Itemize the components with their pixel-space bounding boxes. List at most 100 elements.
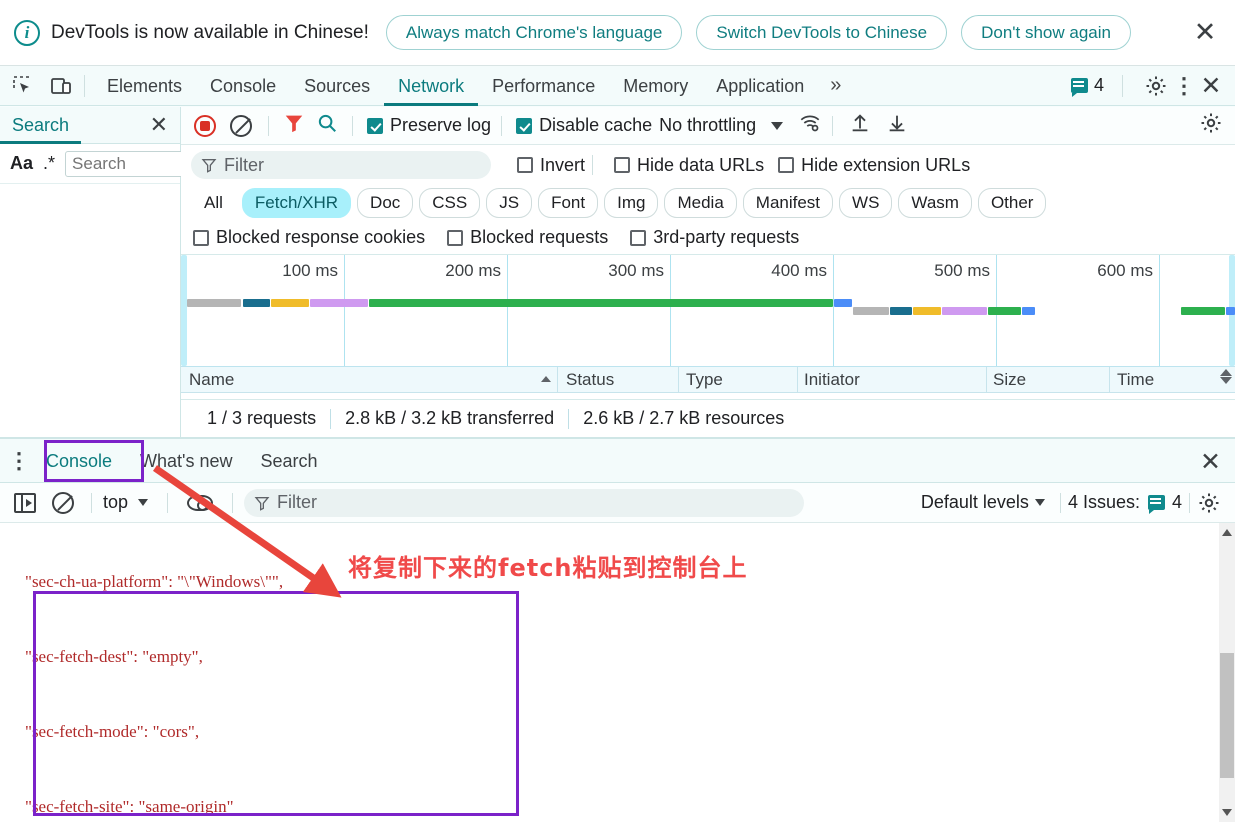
console-code-block[interactable]: "sec-ch-ua-platform": "\"Windows\"", "se… [8,523,283,822]
console-sidebar-icon[interactable] [14,492,36,513]
hide-data-urls-checkbox[interactable] [614,157,631,173]
chip-all[interactable]: All [191,188,236,218]
inspect-element-icon[interactable] [8,71,38,101]
record-stop-icon[interactable] [194,114,216,137]
blocked-response-cookies-group[interactable]: Blocked response cookies [193,227,425,248]
disable-cache-checkbox-group[interactable]: Disable cache [516,115,652,136]
scroll-down-icon[interactable] [1222,809,1232,816]
third-party-requests-group[interactable]: 3rd-party requests [630,227,799,248]
hide-data-urls-checkbox-group[interactable]: Hide data URLs [614,155,764,176]
chip-ws[interactable]: WS [839,188,893,218]
blocked-response-cookies-checkbox[interactable] [193,229,209,246]
invert-checkbox-group[interactable]: Invert [517,155,585,176]
chip-font[interactable]: Font [538,188,599,218]
preserve-log-checkbox[interactable] [367,117,383,134]
hide-data-urls-label[interactable]: Hide data URLs [637,155,764,176]
chevron-down-icon-levels[interactable] [1034,499,1045,506]
table-scroll-arrows[interactable] [1220,369,1232,384]
gear-icon[interactable] [1141,71,1171,101]
scroll-up-icon[interactable] [1222,529,1232,536]
clear-icon[interactable] [230,114,252,137]
tab-sources[interactable]: Sources [290,66,384,106]
eye-icon[interactable] [187,494,214,511]
chevron-down-icon[interactable] [138,499,149,506]
network-filter-input[interactable]: Filter [191,151,491,179]
more-tools-icon[interactable]: ⋮ [6,449,32,471]
disable-cache-label[interactable]: Disable cache [539,115,652,136]
preserve-log-checkbox-group[interactable]: Preserve log [367,115,491,136]
blocked-response-cookies-label[interactable]: Blocked response cookies [216,227,425,248]
chip-img[interactable]: Img [604,188,659,218]
chip-js[interactable]: JS [486,188,533,218]
column-header-size[interactable]: Size [993,370,1026,390]
chip-manifest[interactable]: Manifest [742,188,834,218]
chip-media[interactable]: Media [664,188,737,218]
third-party-requests-checkbox[interactable] [630,229,647,246]
network-overview-timeline[interactable]: 100 ms 200 ms 300 ms 400 ms 500 ms 600 m… [181,255,1235,367]
tab-console[interactable]: Console [196,66,290,106]
regex-icon[interactable]: .* [43,153,55,174]
network-conditions-icon[interactable] [798,112,822,139]
export-har-icon[interactable] [886,112,908,139]
scroll-up-icon[interactable] [1220,369,1232,376]
search-pane-close-icon[interactable]: ✕ [150,112,168,138]
column-header-time[interactable]: Time [1117,370,1154,390]
hide-extension-urls-checkbox-group[interactable]: Hide extension URLs [778,155,970,176]
import-har-icon[interactable] [849,112,871,139]
network-settings-gear-icon[interactable] [1199,111,1223,140]
always-match-chrome-language-button[interactable]: Always match Chrome's language [385,15,683,50]
more-options-icon[interactable]: ⋮ [1173,74,1195,96]
dont-show-again-button[interactable]: Don't show again [961,15,1131,50]
clear-console-icon[interactable] [52,491,74,514]
disable-cache-checkbox[interactable] [516,117,533,134]
drawer-tab-search[interactable]: Search [247,439,332,483]
drawer-tab-whats-new[interactable]: What's new [126,439,246,483]
tab-elements[interactable]: Elements [93,66,196,106]
hide-extension-urls-checkbox[interactable] [778,157,795,173]
console-issues-label[interactable]: 4 Issues: [1068,492,1140,513]
console-context-selector[interactable]: top [103,492,128,513]
issues-counter[interactable]: 4 [1063,75,1112,97]
third-party-requests-label[interactable]: 3rd-party requests [653,227,799,248]
search-icon[interactable] [316,112,338,139]
blocked-requests-label[interactable]: Blocked requests [470,227,608,248]
preserve-log-label[interactable]: Preserve log [390,115,491,136]
chip-wasm[interactable]: Wasm [898,188,972,218]
invert-label[interactable]: Invert [540,155,585,176]
column-header-type[interactable]: Type [686,370,723,390]
console-scrollbar[interactable] [1219,523,1235,822]
filter-funnel-icon[interactable] [283,112,305,139]
drawer-close-icon[interactable]: ✕ [1200,447,1221,477]
chip-other[interactable]: Other [977,188,1047,218]
log-levels-selector[interactable]: Default levels [921,492,1029,513]
blocked-requests-group[interactable]: Blocked requests [447,227,608,248]
invert-checkbox[interactable] [517,157,533,173]
chevron-down-icon[interactable] [771,121,784,130]
tab-network[interactable]: Network [384,66,479,106]
more-tabs-icon[interactable]: » [818,74,851,97]
match-case-icon[interactable]: Aa [10,153,33,174]
tab-memory[interactable]: Memory [609,66,702,106]
console-settings-gear-icon[interactable] [1197,491,1221,515]
console-scrollbar-thumb[interactable] [1220,653,1234,778]
chip-doc[interactable]: Doc [357,188,414,218]
sort-ascending-icon[interactable] [541,376,551,382]
device-toolbar-icon[interactable] [46,71,76,101]
scroll-down-icon[interactable] [1220,377,1232,384]
chip-fetch-xhr[interactable]: Fetch/XHR [241,188,352,218]
column-header-status[interactable]: Status [566,370,614,390]
devtools-close-icon[interactable]: ✕ [1197,71,1225,101]
notification-close-icon[interactable]: ✕ [1191,19,1219,47]
tab-application[interactable]: Application [702,66,818,106]
blocked-requests-checkbox[interactable] [447,229,464,246]
switch-devtools-to-chinese-button[interactable]: Switch DevTools to Chinese [696,15,948,50]
console-filter-input[interactable]: Filter [244,488,805,517]
drawer-tab-console[interactable]: Console [32,439,126,483]
hide-extension-urls-label[interactable]: Hide extension URLs [801,155,970,176]
column-header-initiator[interactable]: Initiator [804,370,860,390]
tab-performance[interactable]: Performance [478,66,609,106]
search-pane-tab[interactable]: Search [0,107,82,144]
column-header-name[interactable]: Name [189,370,234,390]
chip-css[interactable]: CSS [419,188,481,218]
throttling-select-value[interactable]: No throttling [659,115,756,136]
